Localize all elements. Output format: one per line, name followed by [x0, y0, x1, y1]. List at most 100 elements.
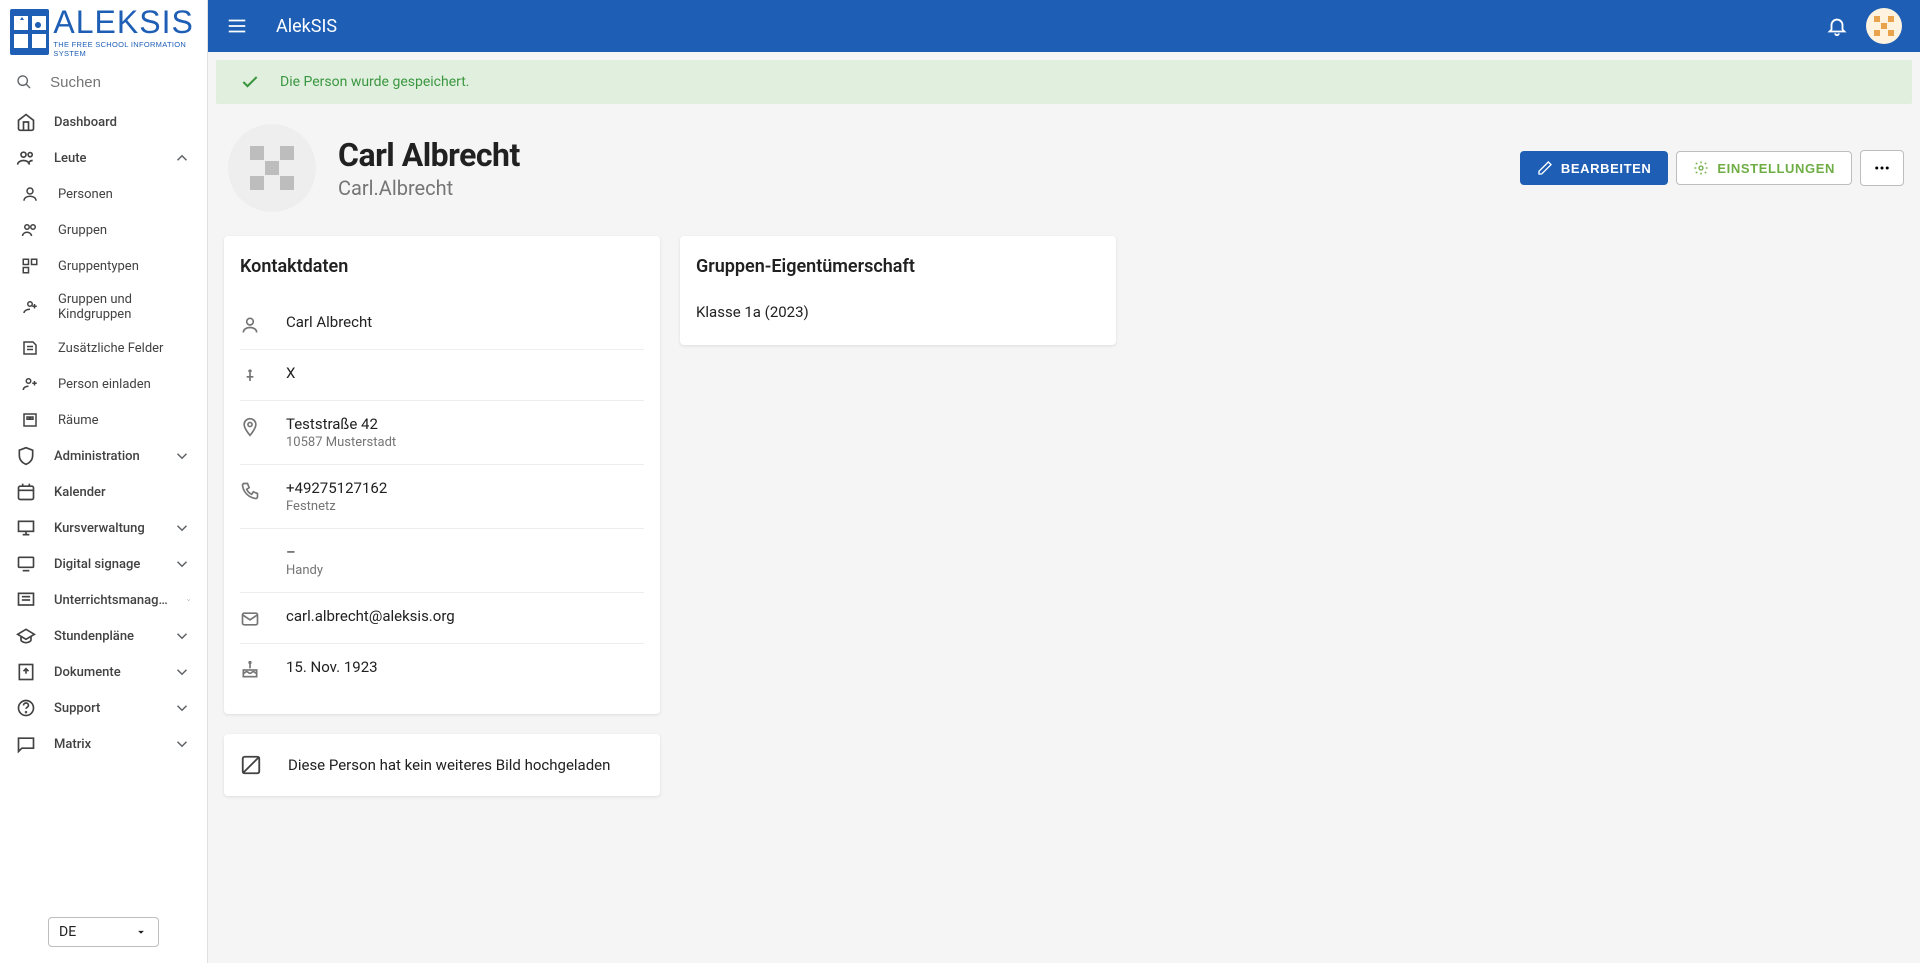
nav-dashboard[interactable]: Dashboard	[0, 104, 207, 140]
person-avatar	[224, 120, 320, 216]
language-value: DE	[59, 924, 76, 940]
chevron-down-icon	[186, 591, 191, 609]
nav-documents[interactable]: Dokumente	[0, 654, 207, 690]
contact-phone: +49275127162	[286, 479, 644, 497]
contact-title: Kontaktdaten	[240, 256, 644, 277]
category-icon	[21, 257, 39, 275]
search-row[interactable]	[0, 64, 207, 100]
contact-address-row: Teststraße 42 10587 Musterstadt	[240, 401, 644, 465]
gear-icon	[1693, 160, 1709, 176]
contact-email: carl.albrecht@aleksis.org	[286, 607, 644, 625]
nav-rooms[interactable]: Räume	[0, 402, 207, 438]
search-icon	[16, 72, 32, 92]
nav-lesson-mgmt[interactable]: Unterrichtsmanag…	[0, 582, 207, 618]
location-icon	[240, 417, 260, 437]
contact-street: Teststraße 42	[286, 415, 644, 433]
contact-city: 10587 Musterstadt	[286, 435, 644, 450]
room-icon	[21, 411, 39, 429]
people-icon	[16, 148, 36, 168]
nav-label: Gruppen und Kindgruppen	[58, 292, 191, 322]
contact-name-row: Carl Albrecht	[240, 299, 644, 350]
settings-label: EINSTELLUNGEN	[1717, 161, 1835, 176]
contact-phone-label: Festnetz	[286, 499, 644, 514]
nav-persons[interactable]: Personen	[0, 176, 207, 212]
bell-icon	[1826, 15, 1848, 37]
nav-matrix[interactable]: Matrix	[0, 726, 207, 762]
contact-email-row: carl.albrecht@aleksis.org	[240, 593, 644, 644]
shield-icon	[16, 446, 36, 466]
chevron-down-icon	[173, 663, 191, 681]
contact-mobile-row: – Handy	[240, 529, 644, 593]
nav-timetables[interactable]: Stundenpläne	[0, 618, 207, 654]
nav-label: Unterrichtsmanag…	[54, 593, 168, 608]
person-header: Carl Albrecht Carl.Albrecht BEARBEITEN E…	[208, 112, 1920, 236]
gender-icon	[240, 366, 260, 386]
calendar-icon	[16, 482, 36, 502]
nav-label: Zusätzliche Felder	[58, 341, 191, 356]
nav-extra-fields[interactable]: Zusätzliche Felder	[0, 330, 207, 366]
check-icon	[240, 72, 260, 92]
nav-calendar[interactable]: Kalender	[0, 474, 207, 510]
nav-invite[interactable]: Person einladen	[0, 366, 207, 402]
chevron-up-icon	[173, 149, 191, 167]
group-item[interactable]: Klasse 1a (2023)	[696, 299, 1100, 325]
nav-label: Gruppentypen	[58, 259, 191, 274]
contact-sex: X	[286, 364, 644, 382]
nav-support[interactable]: Support	[0, 690, 207, 726]
nav-label: Matrix	[54, 737, 155, 752]
nav-admin[interactable]: Administration	[0, 438, 207, 474]
user-avatar[interactable]	[1866, 8, 1902, 44]
person-icon	[240, 315, 260, 335]
nav-label: Leute	[54, 151, 155, 166]
person-icon	[21, 185, 39, 203]
topbar: AlekSIS	[208, 0, 1920, 52]
chevron-down-icon	[173, 447, 191, 465]
contact-sex-row: X	[240, 350, 644, 401]
search-input[interactable]	[50, 74, 191, 91]
nav-digital-signage[interactable]: Digital signage	[0, 546, 207, 582]
nav-course-mgmt[interactable]: Kursverwaltung	[0, 510, 207, 546]
help-icon	[16, 698, 36, 718]
nav-label: Dashboard	[54, 115, 191, 130]
person-username: Carl.Albrecht	[338, 176, 1520, 200]
edit-label: BEARBEITEN	[1561, 161, 1652, 176]
more-button[interactable]	[1860, 150, 1904, 186]
email-icon	[240, 609, 260, 629]
settings-button[interactable]: EINSTELLUNGEN	[1676, 151, 1852, 185]
chat-icon	[16, 734, 36, 754]
group-ownership-card: Gruppen-Eigentümerschaft Klasse 1a (2023…	[680, 236, 1116, 345]
groups-icon	[21, 221, 39, 239]
person-add-icon	[21, 375, 39, 393]
school-icon	[16, 626, 36, 646]
nav-label: Kursverwaltung	[54, 521, 155, 536]
edit-button[interactable]: BEARBEITEN	[1520, 151, 1669, 185]
notifications-button[interactable]	[1826, 15, 1848, 37]
nav-groups[interactable]: Gruppen	[0, 212, 207, 248]
nav: Dashboard Leute Personen Gruppen Gruppen…	[0, 100, 207, 907]
nav-grouptypes[interactable]: Gruppentypen	[0, 248, 207, 284]
nav-label: Support	[54, 701, 155, 716]
nav-people[interactable]: Leute	[0, 140, 207, 176]
phone-icon	[240, 481, 260, 501]
contact-card: Kontaktdaten Carl Albrecht X Teststraße …	[224, 236, 660, 714]
chevron-down-icon	[173, 627, 191, 645]
contact-birthday: 15. Nov. 1923	[286, 658, 644, 676]
nav-label: Digital signage	[54, 557, 155, 572]
nav-groups-child[interactable]: Gruppen und Kindgruppen	[0, 284, 207, 330]
no-image-card: Diese Person hat kein weiteres Bild hoch…	[224, 734, 660, 796]
logo-icon	[12, 14, 48, 50]
monitor-icon	[16, 554, 36, 574]
group-add-icon	[21, 298, 39, 316]
sidebar: ALEKSIS THE FREE SCHOOL INFORMATION SYST…	[0, 0, 208, 963]
nav-label: Administration	[54, 449, 155, 464]
app-title: AlekSIS	[276, 16, 1798, 37]
menu-toggle[interactable]	[226, 15, 248, 37]
language-select[interactable]: DE	[48, 917, 159, 947]
logo[interactable]: ALEKSIS THE FREE SCHOOL INFORMATION SYST…	[0, 0, 207, 64]
fields-icon	[21, 339, 39, 357]
nav-label: Person einladen	[58, 377, 191, 392]
avatar-placeholder-icon	[244, 140, 300, 196]
pencil-icon	[1537, 160, 1553, 176]
no-image-message: Diese Person hat kein weiteres Bild hoch…	[288, 756, 610, 774]
nav-label: Personen	[58, 187, 191, 202]
